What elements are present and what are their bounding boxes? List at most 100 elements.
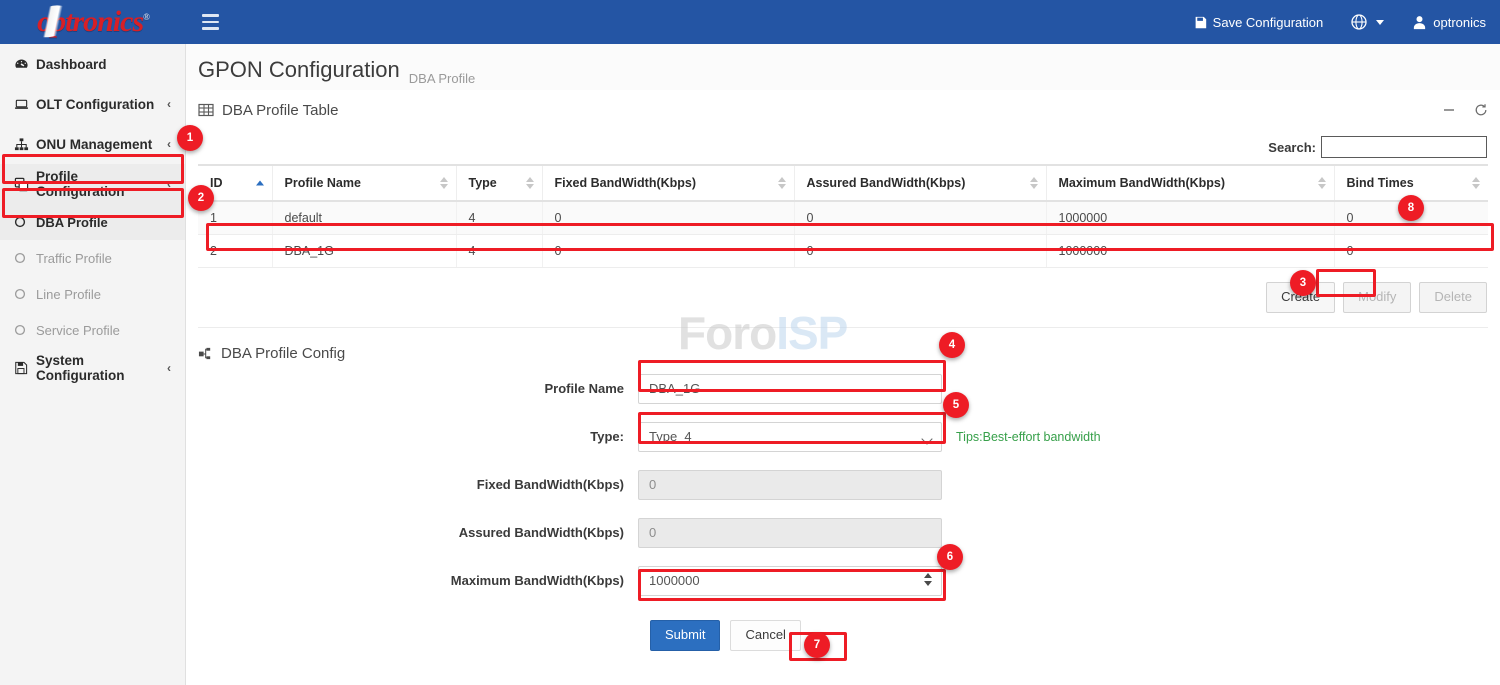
sort-icon <box>778 177 786 189</box>
fixed-bandwidth-row: Fixed BandWidth(Kbps) <box>198 470 1488 500</box>
table-action-buttons: Create Modify Delete <box>198 268 1488 327</box>
sidebar-item-traffic-profile[interactable]: Traffic Profile <box>0 240 185 276</box>
save-configuration-button[interactable]: Save Configuration <box>1180 0 1338 44</box>
top-navbar: optronics® Save Configuration <box>0 0 1500 44</box>
sidebar-item-profile-configuration[interactable]: Profile Configuration ‹ <box>0 164 185 204</box>
fixed-bandwidth-input <box>638 470 942 500</box>
cell-type: 4 <box>456 235 542 268</box>
sort-icon <box>526 177 534 189</box>
save-icon <box>1194 16 1207 29</box>
sidebar-item-olt-configuration[interactable]: OLT Configuration ‹ <box>0 84 185 124</box>
profile-name-row: Profile Name <box>198 374 1488 404</box>
sidebar-item-onu-management[interactable]: ONU Management ‹ <box>0 124 185 164</box>
save-icon <box>14 361 36 375</box>
cell-fixed-bandwidth: 0 <box>542 201 794 235</box>
circle-icon <box>14 288 36 300</box>
sidebar-item-system-configuration[interactable]: System Configuration ‹ <box>0 348 185 388</box>
column-header-fixed-bandwidth[interactable]: Fixed BandWidth(Kbps) <box>542 165 794 201</box>
registered-mark-icon: ® <box>143 12 149 22</box>
breadcrumb: DBA Profile <box>409 71 475 90</box>
brand-logo-text: optronics® <box>37 5 149 39</box>
sort-icon <box>440 177 448 189</box>
sidebar-item-label: System Configuration <box>36 353 161 383</box>
hamburger-icon[interactable] <box>202 9 228 35</box>
cell-assured-bandwidth: 0 <box>794 235 1046 268</box>
column-header-assured-bandwidth[interactable]: Assured BandWidth(Kbps) <box>794 165 1046 201</box>
type-select[interactable]: Type_4 <box>638 422 942 452</box>
sort-icon <box>1030 177 1038 189</box>
sidebar-item-label: Dashboard <box>36 57 165 72</box>
sitemap-icon <box>198 346 213 361</box>
table-icon <box>198 102 214 118</box>
column-header-maximum-bandwidth[interactable]: Maximum BandWidth(Kbps) <box>1046 165 1334 201</box>
sidebar-item-label: OLT Configuration <box>36 97 161 112</box>
sort-ascending-icon <box>256 181 264 186</box>
assured-bandwidth-label: Assured BandWidth(Kbps) <box>198 525 638 540</box>
type-row: Type: Type_4 Tips:Best-effort bandwidth <box>198 422 1488 452</box>
chevron-down-icon <box>1376 20 1384 25</box>
sidebar-item-label: ONU Management <box>36 137 161 152</box>
search-label: Search: <box>1268 140 1316 155</box>
column-header-type[interactable]: Type <box>456 165 542 201</box>
cell-maximum-bandwidth: 1000000 <box>1046 201 1334 235</box>
sitemap-icon <box>14 137 36 152</box>
sidebar-item-service-profile[interactable]: Service Profile <box>0 312 185 348</box>
create-button[interactable]: Create <box>1266 282 1335 313</box>
save-configuration-label: Save Configuration <box>1213 15 1324 30</box>
table-row[interactable]: 2 DBA_1G 4 0 0 1000000 0 <box>198 235 1488 268</box>
form-buttons: Submit Cancel <box>198 620 1488 651</box>
panel-header: DBA Profile Table <box>198 90 1488 130</box>
clone-icon <box>14 177 36 192</box>
cell-assured-bandwidth: 0 <box>794 201 1046 235</box>
sidebar-item-label: DBA Profile <box>36 215 171 230</box>
chevron-left-icon: ‹ <box>167 177 171 191</box>
brand-logo[interactable]: optronics® <box>0 0 186 44</box>
column-header-bind-times[interactable]: Bind Times <box>1334 165 1488 201</box>
maximum-bandwidth-input[interactable] <box>638 566 942 596</box>
table-header-row: ID Profile Name Type Fixed BandWidt <box>198 165 1488 201</box>
cell-id: 2 <box>198 235 272 268</box>
application-window: optronics® Save Configuration <box>0 0 1500 685</box>
circle-icon <box>14 252 36 264</box>
table-row[interactable]: 1 default 4 0 0 1000000 0 <box>198 201 1488 235</box>
language-selector[interactable] <box>1337 0 1398 44</box>
chevron-left-icon: ‹ <box>167 137 171 151</box>
sidebar-item-label: Profile Configuration <box>36 169 161 199</box>
submit-button[interactable]: Submit <box>650 620 720 651</box>
chevron-left-icon: ‹ <box>167 97 171 111</box>
profile-name-input[interactable] <box>638 374 942 404</box>
chevron-left-icon: ‹ <box>167 361 171 375</box>
user-icon <box>1412 15 1427 30</box>
assured-bandwidth-input <box>638 518 942 548</box>
cell-bind-times: 0 <box>1334 235 1488 268</box>
sort-icon <box>1472 177 1480 189</box>
cell-id: 1 <box>198 201 272 235</box>
dba-profile-config-panel: ForoISP DBA Profile Config Profile Name … <box>186 328 1500 651</box>
user-menu[interactable]: optronics <box>1398 0 1500 44</box>
maximum-bandwidth-label: Maximum BandWidth(Kbps) <box>198 573 638 588</box>
dashboard-icon <box>14 57 36 72</box>
type-label: Type: <box>198 429 638 444</box>
cancel-button[interactable]: Cancel <box>730 620 800 651</box>
cell-bind-times: 0 <box>1334 201 1488 235</box>
globe-icon <box>1351 14 1367 30</box>
sidebar-item-label: Traffic Profile <box>36 251 171 266</box>
sidebar: Dashboard OLT Configuration ‹ ONU Manage… <box>0 44 186 685</box>
main-content: GPON Configuration DBA Profile DBA Profi… <box>186 44 1500 685</box>
sidebar-item-dashboard[interactable]: Dashboard <box>0 44 185 84</box>
type-tips-text: Tips:Best-effort bandwidth <box>956 430 1101 444</box>
cell-type: 4 <box>456 201 542 235</box>
column-header-profile-name[interactable]: Profile Name <box>272 165 456 201</box>
cell-profile-name: default <box>272 201 456 235</box>
maximum-bandwidth-row: Maximum BandWidth(Kbps) <box>198 566 1488 596</box>
modify-button[interactable]: Modify <box>1343 282 1411 313</box>
sidebar-item-dba-profile[interactable]: DBA Profile <box>0 204 185 240</box>
dba-profile-table: ID Profile Name Type Fixed BandWidt <box>198 164 1488 268</box>
column-header-id[interactable]: ID <box>198 165 272 201</box>
search-input[interactable] <box>1321 136 1487 158</box>
refresh-icon[interactable] <box>1474 103 1488 117</box>
cell-maximum-bandwidth: 1000000 <box>1046 235 1334 268</box>
sidebar-item-line-profile[interactable]: Line Profile <box>0 276 185 312</box>
minimize-icon[interactable] <box>1442 103 1456 117</box>
delete-button[interactable]: Delete <box>1419 282 1487 313</box>
